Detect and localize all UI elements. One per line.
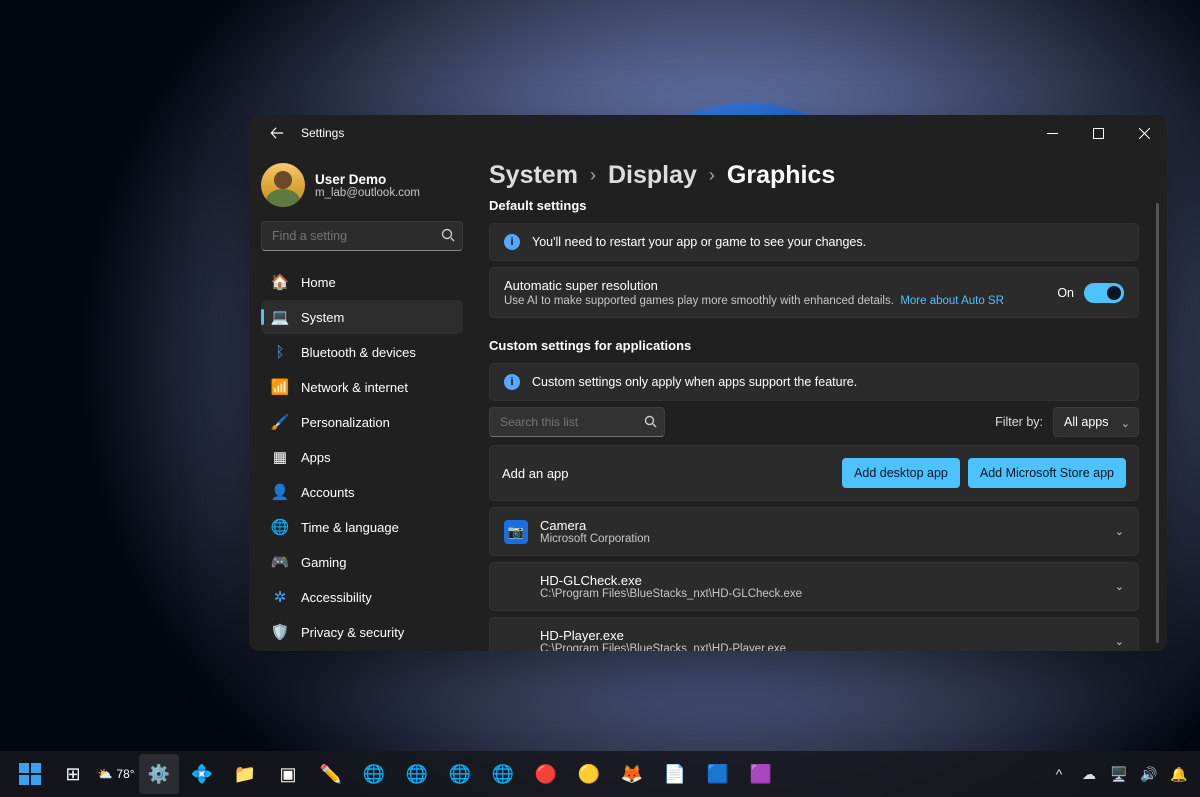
asr-title: Automatic super resolution: [504, 278, 1004, 293]
taskbar: ⊞ ⛅78° ⚙️ 💠 📁 ▣ ✏️ 🌐 🌐 🌐 🌐 🔴 🟡 🦊 📄 🟦 🟪 ^…: [0, 751, 1200, 797]
info-restart-card: i You'll need to restart your app or gam…: [489, 223, 1139, 261]
bluetooth-icon: ᛒ: [271, 343, 289, 361]
taskbar-copilot[interactable]: 💠: [182, 754, 222, 794]
section-custom-settings: Custom settings for applications: [489, 338, 1139, 353]
app-row-hdplayer[interactable]: HD-Player.exe C:\Program Files\BlueStack…: [489, 617, 1139, 651]
asr-subtitle: Use AI to make supported games play more…: [504, 295, 894, 307]
user-account-row[interactable]: User Demo m_lab@outlook.com: [261, 157, 463, 217]
camera-icon: 📷: [504, 520, 528, 544]
weather-widget[interactable]: ⛅78°: [96, 754, 136, 794]
nav-windows-update[interactable]: 🔄Windows Update: [261, 650, 463, 651]
gamepad-icon: 🎮: [271, 553, 289, 571]
shield-icon: 🛡️: [271, 623, 289, 641]
asr-state-label: On: [1057, 286, 1074, 300]
user-name: User Demo: [315, 172, 420, 187]
taskbar-firefox[interactable]: 🦊: [612, 754, 652, 794]
scrollbar[interactable]: [1156, 203, 1159, 643]
taskbar-chrome[interactable]: 🔴: [526, 754, 566, 794]
nav-accounts[interactable]: 👤Accounts: [261, 475, 463, 509]
nav-network[interactable]: 📶Network & internet: [261, 370, 463, 404]
taskbar-edge-canary[interactable]: 🌐: [440, 754, 480, 794]
taskbar-edge[interactable]: 🌐: [354, 754, 394, 794]
chevron-down-icon: ⌄: [1115, 635, 1124, 648]
filter-select[interactable]: All apps ⌄: [1053, 407, 1139, 437]
maximize-button[interactable]: [1075, 115, 1121, 151]
tray-notifications-icon[interactable]: 🔔: [1168, 759, 1190, 789]
taskbar-edge-dev[interactable]: 🌐: [397, 754, 437, 794]
globe-icon: 🌐: [271, 518, 289, 536]
taskbar-app2[interactable]: 📄: [655, 754, 695, 794]
chevron-down-icon: ⌄: [1115, 525, 1124, 538]
app-row-camera[interactable]: 📷 Camera Microsoft Corporation ⌄: [489, 507, 1139, 556]
home-icon: 🏠: [271, 273, 289, 291]
filter-label: Filter by:: [995, 415, 1043, 429]
taskbar-edge-beta[interactable]: 🌐: [483, 754, 523, 794]
app-row-hdglcheck[interactable]: HD-GLCheck.exe C:\Program Files\BlueStac…: [489, 562, 1139, 611]
asr-more-link[interactable]: More about Auto SR: [900, 295, 1004, 307]
settings-window: Settings User Demo m_lab@outlook.com 🏠Ho…: [249, 115, 1167, 651]
app-icon: [504, 630, 528, 652]
close-button[interactable]: [1121, 115, 1167, 151]
sidebar-search-input[interactable]: [261, 221, 463, 251]
person-icon: 👤: [271, 483, 289, 501]
taskbar-terminal[interactable]: ▣: [268, 754, 308, 794]
info-restart-text: You'll need to restart your app or game …: [532, 235, 866, 249]
nav-time-language[interactable]: 🌐Time & language: [261, 510, 463, 544]
tray-chevron-up-icon[interactable]: ^: [1048, 759, 1070, 789]
titlebar: Settings: [249, 115, 1167, 151]
info-custom-text: Custom settings only apply when apps sup…: [532, 375, 857, 389]
info-custom-card: i Custom settings only apply when apps s…: [489, 363, 1139, 401]
taskbar-app3[interactable]: 🟦: [698, 754, 738, 794]
taskbar-chrome2[interactable]: 🟡: [569, 754, 609, 794]
info-icon: i: [504, 374, 520, 390]
window-title: Settings: [301, 126, 344, 140]
apps-icon: ▦: [271, 448, 289, 466]
task-view-button[interactable]: ⊞: [53, 754, 93, 794]
system-icon: 💻: [271, 308, 289, 326]
chevron-right-icon: ›: [590, 165, 596, 186]
start-button[interactable]: [10, 754, 50, 794]
brush-icon: 🖌️: [271, 413, 289, 431]
chevron-down-icon: ⌄: [1115, 580, 1124, 593]
breadcrumb: System › Display › Graphics: [489, 161, 1139, 190]
wifi-icon: 📶: [271, 378, 289, 396]
content-pane: System › Display › Graphics Default sett…: [475, 151, 1167, 651]
info-icon: i: [504, 234, 520, 250]
nav-bluetooth[interactable]: ᛒBluetooth & devices: [261, 335, 463, 369]
taskbar-app4[interactable]: 🟪: [741, 754, 781, 794]
back-button[interactable]: [263, 119, 291, 147]
section-default-settings: Default settings: [489, 198, 1139, 213]
nav-system[interactable]: 💻System: [261, 300, 463, 334]
nav-personalization[interactable]: 🖌️Personalization: [261, 405, 463, 439]
user-email: m_lab@outlook.com: [315, 187, 420, 199]
breadcrumb-current: Graphics: [727, 161, 835, 190]
tray-onedrive-icon[interactable]: ☁: [1078, 759, 1100, 789]
sidebar: User Demo m_lab@outlook.com 🏠Home 💻Syste…: [249, 151, 475, 651]
app-icon: [504, 575, 528, 599]
auto-sr-card[interactable]: Automatic super resolution Use AI to mak…: [489, 267, 1139, 318]
taskbar-explorer[interactable]: 📁: [225, 754, 265, 794]
accessibility-icon: ✲: [271, 588, 289, 606]
add-desktop-app-button[interactable]: Add desktop app: [842, 458, 960, 488]
nav-apps[interactable]: ▦Apps: [261, 440, 463, 474]
minimize-button[interactable]: [1029, 115, 1075, 151]
add-app-label: Add an app: [502, 466, 834, 481]
nav-privacy[interactable]: 🛡️Privacy & security: [261, 615, 463, 649]
taskbar-settings[interactable]: ⚙️: [139, 754, 179, 794]
nav-home[interactable]: 🏠Home: [261, 265, 463, 299]
chevron-right-icon: ›: [709, 165, 715, 186]
add-store-app-button[interactable]: Add Microsoft Store app: [968, 458, 1126, 488]
breadcrumb-system[interactable]: System: [489, 161, 578, 190]
chevron-down-icon: ⌄: [1121, 417, 1130, 430]
nav-accessibility[interactable]: ✲Accessibility: [261, 580, 463, 614]
tray-volume-icon[interactable]: 🔊: [1138, 759, 1160, 789]
taskbar-app[interactable]: ✏️: [311, 754, 351, 794]
breadcrumb-display[interactable]: Display: [608, 161, 697, 190]
asr-toggle[interactable]: [1084, 283, 1124, 303]
tray-network-icon[interactable]: 🖥️: [1108, 759, 1130, 789]
avatar: [261, 163, 305, 207]
add-app-row: Add an app Add desktop app Add Microsoft…: [489, 445, 1139, 501]
app-list-search-input[interactable]: [489, 407, 665, 437]
nav-gaming[interactable]: 🎮Gaming: [261, 545, 463, 579]
